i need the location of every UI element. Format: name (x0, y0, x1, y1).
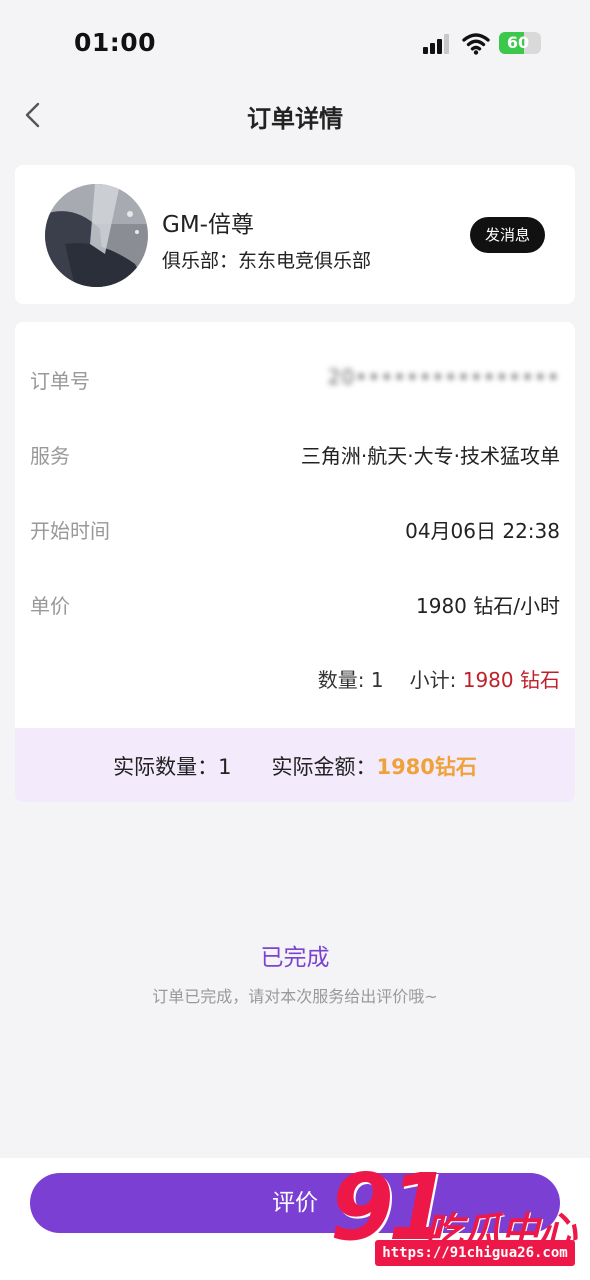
subtotal-value: 1980 钻石 (462, 668, 560, 692)
watermark-url: https://91chigua26.com (375, 1240, 575, 1266)
subtotal-label: 小计: (409, 668, 457, 692)
actual-amount-label: 实际金额： (271, 755, 377, 779)
status-bar: 01:00 60 (0, 0, 590, 90)
order-number-row: 订单号 20•••••••••••••••• (15, 357, 575, 397)
service-label: 服务 (30, 444, 70, 468)
cellular-signal-icon (423, 34, 451, 54)
subtotal-row: 数量: 1 小计: 1980 钻石 (318, 664, 560, 693)
actual-quantity: 实际数量：1 (113, 755, 232, 779)
nav-bar: 订单详情 (0, 86, 590, 142)
wifi-icon (462, 33, 490, 55)
quantity: 数量: 1 (317, 668, 384, 692)
start-time-row: 开始时间 04月06日 22:38 (15, 507, 575, 547)
order-details-card: 订单号 20•••••••••••••••• 服务 三角洲·航天·大专·技术猛攻… (15, 322, 575, 802)
unit-price-row: 单价 1980 钻石/小时 (15, 582, 575, 622)
battery-percentage: 60 (506, 33, 530, 52)
service-row: 服务 三角洲·航天·大专·技术猛攻单 (15, 432, 575, 472)
page-title: 订单详情 (247, 105, 343, 133)
order-status-description: 订单已完成，请对本次服务给出评价哦~ (152, 987, 438, 1006)
user-name: GM-倍尊 (162, 212, 254, 238)
unit-price-label: 单价 (30, 594, 70, 618)
send-message-button[interactable]: 发消息 (470, 217, 545, 253)
order-status: 已完成 (260, 945, 330, 971)
actual-summary: 实际数量：1 实际金额：1980钻石 (15, 728, 575, 802)
start-time-value: 04月06日 22:38 (405, 519, 560, 543)
unit-price-value: 1980 钻石/小时 (416, 594, 560, 618)
service-value: 三角洲·航天·大专·技术猛攻单 (300, 444, 560, 468)
order-number-label: 订单号 (30, 369, 90, 393)
status-time: 01:00 (74, 28, 157, 57)
avatar[interactable] (45, 184, 148, 287)
actual-amount-value: 1980钻石 (376, 755, 477, 779)
watermark-logo: 91 吃瓜中心 https://91chigua26.com (330, 1160, 590, 1275)
battery-charging-icon: 60 (499, 32, 541, 54)
club-name: 俱乐部：东东电竞俱乐部 (162, 250, 372, 272)
start-time-label: 开始时间 (30, 519, 110, 543)
user-card: GM-倍尊 俱乐部：东东电竞俱乐部 发消息 (15, 165, 575, 304)
order-number-value: 20•••••••••••••••• (327, 365, 560, 389)
